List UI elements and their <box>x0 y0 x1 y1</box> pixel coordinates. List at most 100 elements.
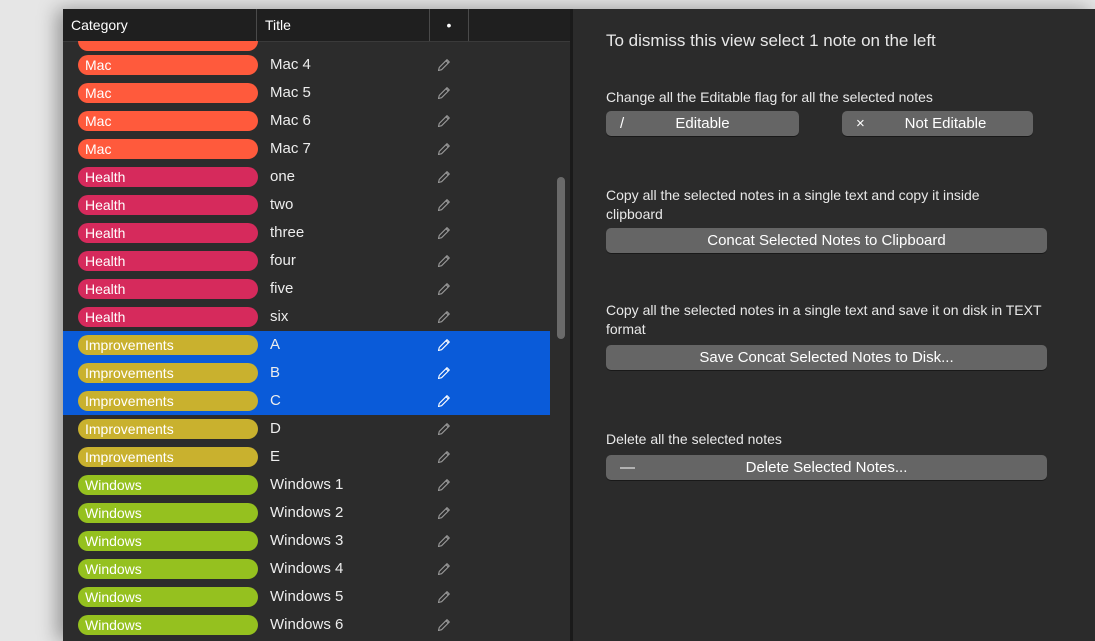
category-pill: Health <box>78 223 258 243</box>
category-pill: Health <box>78 251 258 271</box>
table-row[interactable]: Windows Windows 6 <box>63 611 550 639</box>
delete-notes-button[interactable]: — Delete Selected Notes... <box>606 455 1047 480</box>
category-pill: Health <box>78 307 258 327</box>
pencil-icon[interactable] <box>436 505 452 521</box>
table-row[interactable]: Improvements B <box>63 359 550 387</box>
category-pill: Windows <box>78 559 258 579</box>
category-pill: Improvements <box>78 363 258 383</box>
pencil-icon[interactable] <box>436 57 452 73</box>
table-row[interactable]: Improvements A <box>63 331 550 359</box>
pencil-icon[interactable] <box>436 477 452 493</box>
category-pill: Mac <box>78 55 258 75</box>
category-pill: Health <box>78 167 258 187</box>
table-row[interactable]: Mac Mac 4 <box>63 51 550 79</box>
note-title: Mac 5 <box>270 84 311 101</box>
table-row[interactable]: Health six <box>63 303 550 331</box>
multi-selection-panel: To dismiss this view select 1 note on th… <box>573 9 1095 641</box>
note-title: one <box>270 168 296 185</box>
dismiss-instruction: To dismiss this view select 1 note on th… <box>606 31 936 50</box>
table-row[interactable]: Mac Mac 5 <box>63 79 550 107</box>
note-title: B <box>270 364 281 381</box>
category-pill: Windows <box>78 587 258 607</box>
category-pill: Improvements <box>78 391 258 411</box>
table-row[interactable]: Improvements E <box>63 443 550 471</box>
table-row[interactable]: Health five <box>63 275 550 303</box>
category-pill-partial <box>78 41 258 51</box>
note-title: Mac 6 <box>270 112 311 129</box>
category-pill: Mac <box>78 83 258 103</box>
pencil-icon[interactable] <box>436 533 452 549</box>
table-row[interactable]: Health one <box>63 163 550 191</box>
pencil-icon: / <box>620 115 625 132</box>
table-row[interactable]: Windows Windows 3 <box>63 527 550 555</box>
note-title: Windows 6 <box>270 616 344 633</box>
column-header-editable[interactable]: • <box>430 9 469 41</box>
table-rows: Mac Mac 4 Mac Mac 5 Mac Mac 6 Mac Mac 7 Health on… <box>63 51 570 639</box>
note-title: Windows 3 <box>270 532 344 549</box>
note-title: three <box>270 224 305 241</box>
note-title: six <box>270 308 289 325</box>
note-title: five <box>270 280 294 297</box>
category-pill: Health <box>78 279 258 299</box>
pencil-icon[interactable] <box>436 85 452 101</box>
concat-clipboard-label: Concat Selected Notes to Clipboard <box>707 232 946 249</box>
scrollbar-thumb[interactable] <box>557 177 565 339</box>
save-to-disk-button[interactable]: Save Concat Selected Notes to Disk... <box>606 345 1047 370</box>
pencil-icon[interactable] <box>436 617 452 633</box>
note-title: two <box>270 196 294 213</box>
table-row[interactable]: Improvements D <box>63 415 550 443</box>
table-row[interactable]: Mac Mac 7 <box>63 135 550 163</box>
column-header-title[interactable]: Title <box>265 9 430 41</box>
table-row[interactable]: Windows Windows 4 <box>63 555 550 583</box>
note-title: Mac 4 <box>270 56 311 73</box>
table-row[interactable]: Windows Windows 5 <box>63 583 550 611</box>
editable-description: Change all the Editable flag for all the… <box>606 89 933 105</box>
close-icon: × <box>856 115 865 132</box>
pencil-icon[interactable] <box>436 197 452 213</box>
note-title: four <box>270 252 296 269</box>
category-pill: Mac <box>78 139 258 159</box>
pencil-icon[interactable] <box>436 337 452 353</box>
column-header-category[interactable]: Category <box>71 9 257 41</box>
app-window: Category Title • Mac Mac 4 Mac Mac 5 Mac Mac … <box>63 9 1095 641</box>
pencil-icon[interactable] <box>436 141 452 157</box>
note-title: Mac 7 <box>270 140 311 157</box>
pencil-icon[interactable] <box>436 281 452 297</box>
category-pill: Windows <box>78 475 258 495</box>
note-title: A <box>270 336 281 353</box>
table-row[interactable]: Health three <box>63 219 550 247</box>
clipboard-description: Copy all the selected notes in a single … <box>606 187 980 222</box>
table-row[interactable]: Health four <box>63 247 550 275</box>
category-pill: Windows <box>78 503 258 523</box>
note-title: C <box>270 392 281 409</box>
editable-button[interactable]: / Editable <box>606 111 799 136</box>
pencil-icon[interactable] <box>436 253 452 269</box>
table-row[interactable]: Mac Mac 6 <box>63 107 550 135</box>
pencil-icon[interactable] <box>436 449 452 465</box>
pencil-icon[interactable] <box>436 421 452 437</box>
category-pill: Improvements <box>78 419 258 439</box>
table-row[interactable]: Improvements C <box>63 387 550 415</box>
table-row[interactable]: Health two <box>63 191 550 219</box>
note-title: Windows 2 <box>270 504 344 521</box>
notes-table: Category Title • Mac Mac 4 Mac Mac 5 Mac Mac … <box>63 9 570 641</box>
category-pill: Improvements <box>78 335 258 355</box>
disk-description: Copy all the selected notes in a single … <box>606 302 1042 337</box>
note-title: Windows 4 <box>270 560 344 577</box>
not-editable-button[interactable]: × Not Editable <box>842 111 1033 136</box>
note-title: Windows 5 <box>270 588 344 605</box>
pencil-icon[interactable] <box>436 113 452 129</box>
pencil-icon[interactable] <box>436 169 452 185</box>
table-row[interactable]: Windows Windows 1 <box>63 471 550 499</box>
pencil-icon[interactable] <box>436 589 452 605</box>
minus-icon: — <box>620 459 635 476</box>
note-title: Windows 1 <box>270 476 344 493</box>
concat-clipboard-button[interactable]: Concat Selected Notes to Clipboard <box>606 228 1047 253</box>
table-row[interactable]: Windows Windows 2 <box>63 499 550 527</box>
editable-button-label: Editable <box>675 115 730 132</box>
pencil-icon[interactable] <box>436 365 452 381</box>
pencil-icon[interactable] <box>436 561 452 577</box>
pencil-icon[interactable] <box>436 309 452 325</box>
pencil-icon[interactable] <box>436 393 452 409</box>
pencil-icon[interactable] <box>436 225 452 241</box>
